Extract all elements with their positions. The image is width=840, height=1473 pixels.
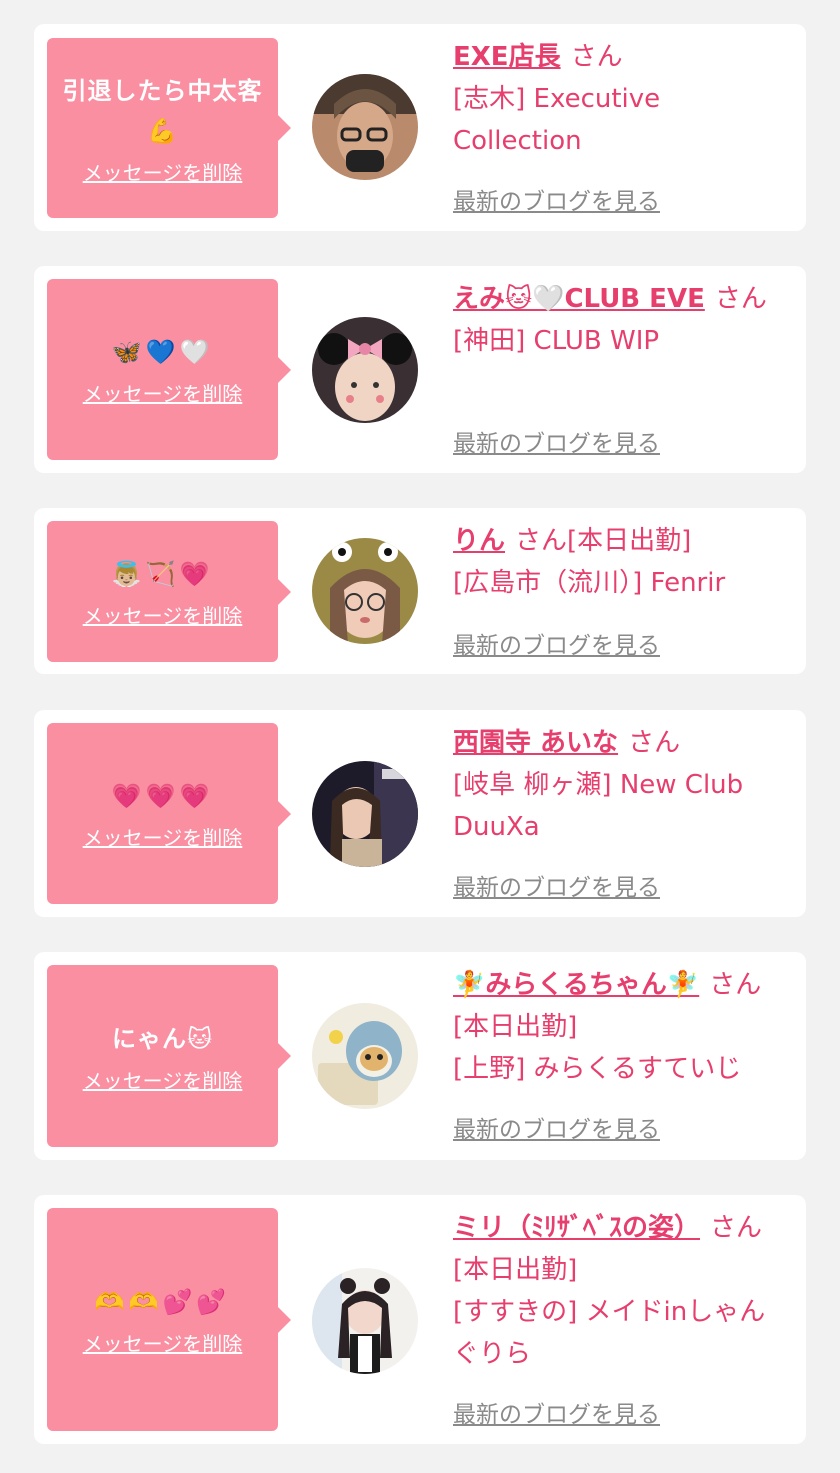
cast-name-link[interactable]: ミリ（ﾐﾘｻﾞﾍﾞｽの姿）	[453, 1213, 700, 1243]
cast-name-link[interactable]: えみ🐱🤍CLUB EVE	[453, 284, 705, 314]
memo-bubble: にゃん🐱 メッセージを削除	[47, 965, 291, 1147]
delete-message-link[interactable]: メッセージを削除	[83, 822, 243, 851]
shop-label: [岐阜 柳ヶ瀬] New Club DuuXa	[453, 770, 744, 842]
cast-info: 西園寺 あいな さん [岐阜 柳ヶ瀬] New Club DuuXa	[453, 722, 788, 848]
memo-text: 👼🏼🏹💗	[111, 560, 214, 588]
memo-bubble: 引退したら中太客💪 メッセージを削除	[47, 38, 291, 218]
cast-info: りん さん[本日出勤] [広島市（流川）] Fenrir	[453, 520, 788, 604]
cast-card: 引退したら中太客💪 メッセージを削除 EXE店長 さん [志木] Executiv…	[34, 24, 806, 231]
memo-text: 引退したら中太客💪	[62, 76, 263, 145]
cast-card: 👼🏼🏹💗 メッセージを削除 りん さん[本日出勤] [広島市（流川）] Fenr…	[34, 508, 806, 674]
avatar[interactable]	[312, 317, 418, 423]
cast-name-link[interactable]: 🧚みらくるちゃん🧚	[453, 970, 699, 1000]
cast-card: にゃん🐱 メッセージを削除 🧚みらくるちゃん🧚 さん[本日出勤] [上野] みらく…	[34, 952, 806, 1160]
latest-blog-link[interactable]: 最新のブログを見る	[453, 182, 660, 216]
delete-message-link[interactable]: メッセージを削除	[83, 1328, 243, 1357]
latest-blog-link[interactable]: 最新のブログを見る	[453, 1110, 660, 1144]
delete-message-link[interactable]: メッセージを削除	[83, 157, 243, 186]
favorite-cast-list: 引退したら中太客💪 メッセージを削除 EXE店長 さん [志木] Executiv…	[0, 0, 840, 1473]
memo-text: 🦋💙🤍	[111, 338, 214, 366]
cast-name-line: EXE店長 さん	[453, 36, 788, 78]
cast-name-line: 🧚みらくるちゃん🧚 さん[本日出勤]	[453, 964, 788, 1048]
memo-bubble: 💗💗💗 メッセージを削除	[47, 723, 291, 904]
memo-text: 🫶🫶💕💕	[94, 1288, 231, 1316]
delete-message-link[interactable]: メッセージを削除	[83, 600, 243, 629]
cast-card: 💗💗💗 メッセージを削除 西園寺 あいな さん [岐阜 柳ヶ瀬] New Club…	[34, 710, 806, 917]
avatar[interactable]	[312, 74, 418, 180]
cast-name-line: ミリ（ﾐﾘｻﾞﾍﾞｽの姿） さん[本日出勤]	[453, 1207, 788, 1291]
latest-blog-link[interactable]: 最新のブログを見る	[453, 1395, 660, 1429]
cast-info: えみ🐱🤍CLUB EVE さん [神田] CLUB WIP	[453, 278, 788, 362]
shop-label: [志木] Executive Collection	[453, 84, 661, 156]
blog-row: 最新のブログを見る	[453, 1395, 788, 1428]
avatar[interactable]	[312, 761, 418, 867]
memo-bubble: 🫶🫶💕💕 メッセージを削除	[47, 1208, 291, 1431]
name-suffix: さん	[570, 42, 623, 72]
cast-name-line: えみ🐱🤍CLUB EVE さん	[453, 278, 788, 320]
shop-label: [上野] みらくるすていじ	[453, 1054, 742, 1084]
shop-label: [神田] CLUB WIP	[453, 326, 660, 356]
memo-text: 💗💗💗	[111, 782, 214, 810]
cast-name-line: 西園寺 あいな さん	[453, 722, 788, 764]
latest-blog-link[interactable]: 最新のブログを見る	[453, 868, 660, 902]
cast-info: ミリ（ﾐﾘｻﾞﾍﾞｽの姿） さん[本日出勤] [すすきの] メイドinしゃんぐりら	[453, 1207, 788, 1375]
latest-blog-link[interactable]: 最新のブログを見る	[453, 626, 660, 660]
blog-row: 最新のブログを見る	[453, 868, 788, 901]
delete-message-link[interactable]: メッセージを削除	[83, 378, 243, 407]
blog-row: 最新のブログを見る	[453, 424, 788, 457]
avatar[interactable]	[312, 1268, 418, 1374]
cast-name-link[interactable]: EXE店長	[453, 42, 561, 72]
memo-bubble: 🦋💙🤍 メッセージを削除	[47, 279, 291, 460]
name-suffix: さん	[628, 728, 681, 758]
delete-message-link[interactable]: メッセージを削除	[83, 1065, 243, 1094]
name-suffix: さん	[714, 284, 767, 314]
blog-row: 最新のブログを見る	[453, 626, 788, 659]
latest-blog-link[interactable]: 最新のブログを見る	[453, 424, 660, 458]
cast-name-link[interactable]: 西園寺 あいな	[453, 728, 618, 758]
blog-row: 最新のブログを見る	[453, 1110, 788, 1143]
shop-label: [広島市（流川）] Fenrir	[453, 568, 726, 598]
memo-bubble: 👼🏼🏹💗 メッセージを削除	[47, 521, 291, 662]
cast-card: 🫶🫶💕💕 メッセージを削除 ミリ（ﾐﾘｻﾞﾍﾞｽの姿） さん[本日出勤] [すすき…	[34, 1195, 806, 1444]
name-suffix: さん[本日出勤]	[515, 526, 692, 556]
cast-name-link[interactable]: りん	[453, 526, 505, 556]
avatar[interactable]	[312, 538, 418, 644]
memo-text: にゃん🐱	[111, 1024, 214, 1053]
avatar[interactable]	[312, 1003, 418, 1109]
cast-name-line: りん さん[本日出勤]	[453, 520, 788, 562]
shop-label: [すすきの] メイドinしゃんぐりら	[453, 1297, 766, 1369]
blog-row: 最新のブログを見る	[453, 182, 788, 215]
cast-info: EXE店長 さん [志木] Executive Collection	[453, 36, 788, 162]
cast-card: 🦋💙🤍 メッセージを削除 えみ🐱🤍CLUB EVE さん [神田] CLUB W…	[34, 266, 806, 473]
cast-info: 🧚みらくるちゃん🧚 さん[本日出勤] [上野] みらくるすていじ	[453, 964, 788, 1090]
